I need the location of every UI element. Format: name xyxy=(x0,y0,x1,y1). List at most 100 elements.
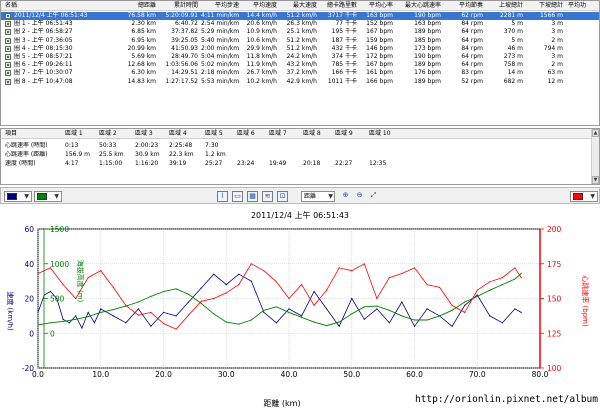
zone-column-header[interactable]: 區域 6 xyxy=(237,129,265,139)
area-chart-icon[interactable]: ▭ xyxy=(232,191,243,202)
data-point xyxy=(464,304,466,306)
table-row[interactable]: 圈 8 - 上午 10:47:08 14.83 km 1:27:17.52 5:53 … xyxy=(1,78,599,86)
zone-column-header[interactable]: 項目 xyxy=(5,129,65,139)
grid-icon[interactable]: ▦ xyxy=(247,191,258,202)
scroll-down-icon[interactable]: ▼ xyxy=(592,176,599,184)
lap-icon xyxy=(5,54,11,60)
zone-column-header[interactable]: 區域 10 xyxy=(369,129,399,139)
lap-column-header[interactable]: 累計時間 xyxy=(158,1,198,11)
zoom-in-icon[interactable]: ⊕ xyxy=(340,191,351,202)
zone-column-header[interactable]: 區域 3 xyxy=(135,129,165,139)
scroll-up-icon[interactable]: ▲ xyxy=(592,129,599,137)
table-cell: 28:49.70 xyxy=(171,53,198,60)
table-row[interactable]: 2011/12/4 上午 06:51:43 76.58 km 5:20:09.91 4… xyxy=(1,12,599,21)
table-cell: 172 bpm xyxy=(366,53,393,60)
zone-column-header[interactable]: 區域 1 xyxy=(65,129,95,139)
data-point xyxy=(363,306,365,308)
table-row[interactable]: 圈 5 - 上午 08:57:21 5.69 km 28:49.70 5:04 min… xyxy=(1,53,599,61)
table-cell: 84 rpm xyxy=(461,44,483,52)
left-axis-color-button[interactable]: ▼ xyxy=(4,191,32,202)
data-point xyxy=(338,321,340,323)
table-cell: 167 bpm xyxy=(366,61,393,69)
right-tick-label: 100 xyxy=(547,364,562,373)
table-cell: 146 bpm xyxy=(366,44,393,52)
lap-column-header[interactable]: 平均心率 xyxy=(359,1,393,11)
zone-column-header[interactable]: 區域 4 xyxy=(169,129,201,139)
table-cell: 0:13 xyxy=(65,142,79,149)
table-cell: 37:37.82 xyxy=(171,28,198,36)
table-row[interactable]: 速度 (時間) 4:17 1:15:00 1:16:20 39:19 25:27 23:24… xyxy=(1,160,599,168)
table-row[interactable]: 圈 1 - 上午 06:51:43 2.30 km 6:40.72 2:54 min/… xyxy=(1,20,599,28)
x-tick-label: 50.0 xyxy=(343,370,360,379)
x-tick-label: 10.0 xyxy=(92,370,109,379)
chart-area: 0.0 10.0 20.0 30.0 40.0 50.0 60.0 70.0 80.0 60 40 2… xyxy=(0,205,600,408)
data-point xyxy=(351,297,353,300)
table-cell: 1:27:17.52 xyxy=(165,77,198,85)
mid-axis-color-button[interactable]: ▼ xyxy=(34,191,62,202)
chevron-down-icon: ▼ xyxy=(54,193,59,200)
data-point xyxy=(250,263,252,265)
data-point xyxy=(426,308,428,310)
table-cell: 682 m xyxy=(503,77,523,85)
data-point xyxy=(464,311,466,313)
table-cell: 圈 8 - 上午 10:47:08 xyxy=(14,77,73,85)
data-point xyxy=(288,308,290,310)
table-cell: 1.2 km xyxy=(205,151,226,158)
right-axis-color-button[interactable]: ▼ xyxy=(570,191,598,202)
table-cell: 2:00 min/km xyxy=(201,44,239,52)
zone-scrollbar[interactable]: ▲ ▼ xyxy=(591,129,599,184)
table-row[interactable]: 圈 3 - 上午 07:36:05 6.95 km 39:25.05 5:40 min… xyxy=(1,37,599,45)
data-point xyxy=(75,318,77,320)
data-view-icon[interactable]: ≋ xyxy=(262,191,273,202)
zone-column-header[interactable]: 區域 9 xyxy=(335,129,365,139)
table-cell: 166 bpm xyxy=(366,77,393,85)
table-cell: 190 bpm xyxy=(414,53,441,60)
table-cell: 14.4 km/h xyxy=(246,12,277,19)
table-cell: 圈 2 - 上午 06:58:27 xyxy=(14,28,73,36)
zone-column-header[interactable]: 區域 2 xyxy=(99,129,131,139)
table-row[interactable]: 圈 4 - 上午 08:15:30 20.99 km 41:50.93 2:00 mi… xyxy=(1,45,599,53)
table-cell: 2011/12/4 上午 06:51:43 xyxy=(14,12,88,19)
table-row[interactable]: 圈 7 - 上午 10:30:07 6.30 km 14:29.51 2:18 min… xyxy=(1,69,599,77)
zone-table: 項目 區域 1 區域 2 區域 3 區域 4 區域 5 區域 6 區域 7 區域 8 區域 9 區域… xyxy=(0,128,600,185)
export-icon[interactable]: ⊡ xyxy=(277,191,288,202)
x-axis-select[interactable]: 距離 ▼ xyxy=(301,191,335,202)
table-cell: 5:53 min/km xyxy=(201,77,239,85)
lap-column-header[interactable]: 平均功 xyxy=(568,1,599,11)
lap-column-header[interactable]: 總距離 xyxy=(118,1,156,11)
zone-column-header[interactable]: 區域 8 xyxy=(303,129,331,139)
lap-column-header[interactable]: 平均節奏 xyxy=(443,1,483,11)
data-point xyxy=(413,267,416,269)
data-point xyxy=(326,325,328,327)
zoom-out-icon[interactable]: ⊖ xyxy=(354,191,365,202)
lap-column-header[interactable]: 名稱 xyxy=(5,1,115,11)
table-cell: 2:18 min/km xyxy=(201,69,239,77)
table-row[interactable]: 圈 2 - 上午 06:58:27 6.85 km 37:37.82 5:29 min… xyxy=(1,28,599,36)
table-cell: 5:02 min/km xyxy=(201,61,239,69)
lap-column-header[interactable]: 總卡路里數 xyxy=(317,1,357,11)
data-point xyxy=(301,284,303,286)
table-row[interactable]: 心跳速率 (距離) 156.9 m 25.5 km 30.9 km 22.3 km 1.2… xyxy=(1,151,599,159)
table-cell: 5.69 km xyxy=(131,53,156,60)
lap-column-header[interactable]: 最大心跳速率 xyxy=(395,1,441,11)
data-point xyxy=(476,294,478,296)
left-tick-label: 20 xyxy=(24,295,34,304)
lap-column-header[interactable]: 平均步速 xyxy=(201,1,239,11)
line-chart-icon[interactable]: ⌇ xyxy=(217,191,228,202)
table-cell: 62 rpm xyxy=(461,12,483,19)
lap-column-header[interactable]: 上坡總計 xyxy=(485,1,523,11)
lap-column-header[interactable]: 平均速度 xyxy=(239,1,277,11)
lap-icon xyxy=(5,62,11,69)
zone-column-header[interactable]: 區域 5 xyxy=(205,129,233,139)
mid-axis-color-swatch xyxy=(37,193,47,200)
chart-title: 2011/12/4 上午 06:51:43 xyxy=(251,210,349,220)
lap-column-header[interactable]: 最大速度 xyxy=(279,1,317,11)
table-row[interactable]: 心跳速率 (時間) 0:13 50:33 2:00:23 2:25:48 7:30 xyxy=(1,142,599,150)
zone-column-header[interactable]: 區域 7 xyxy=(269,129,299,139)
data-point xyxy=(200,302,202,304)
right-tick-label: 125 xyxy=(547,329,562,338)
table-row[interactable]: 圈 6 - 上午 09:26:11 12.68 km 1:03:56.06 5:02 … xyxy=(1,61,599,69)
data-point xyxy=(238,284,240,286)
lap-column-header[interactable]: 下坡總計 xyxy=(525,1,563,11)
fit-icon[interactable]: ⤢ xyxy=(368,191,379,202)
